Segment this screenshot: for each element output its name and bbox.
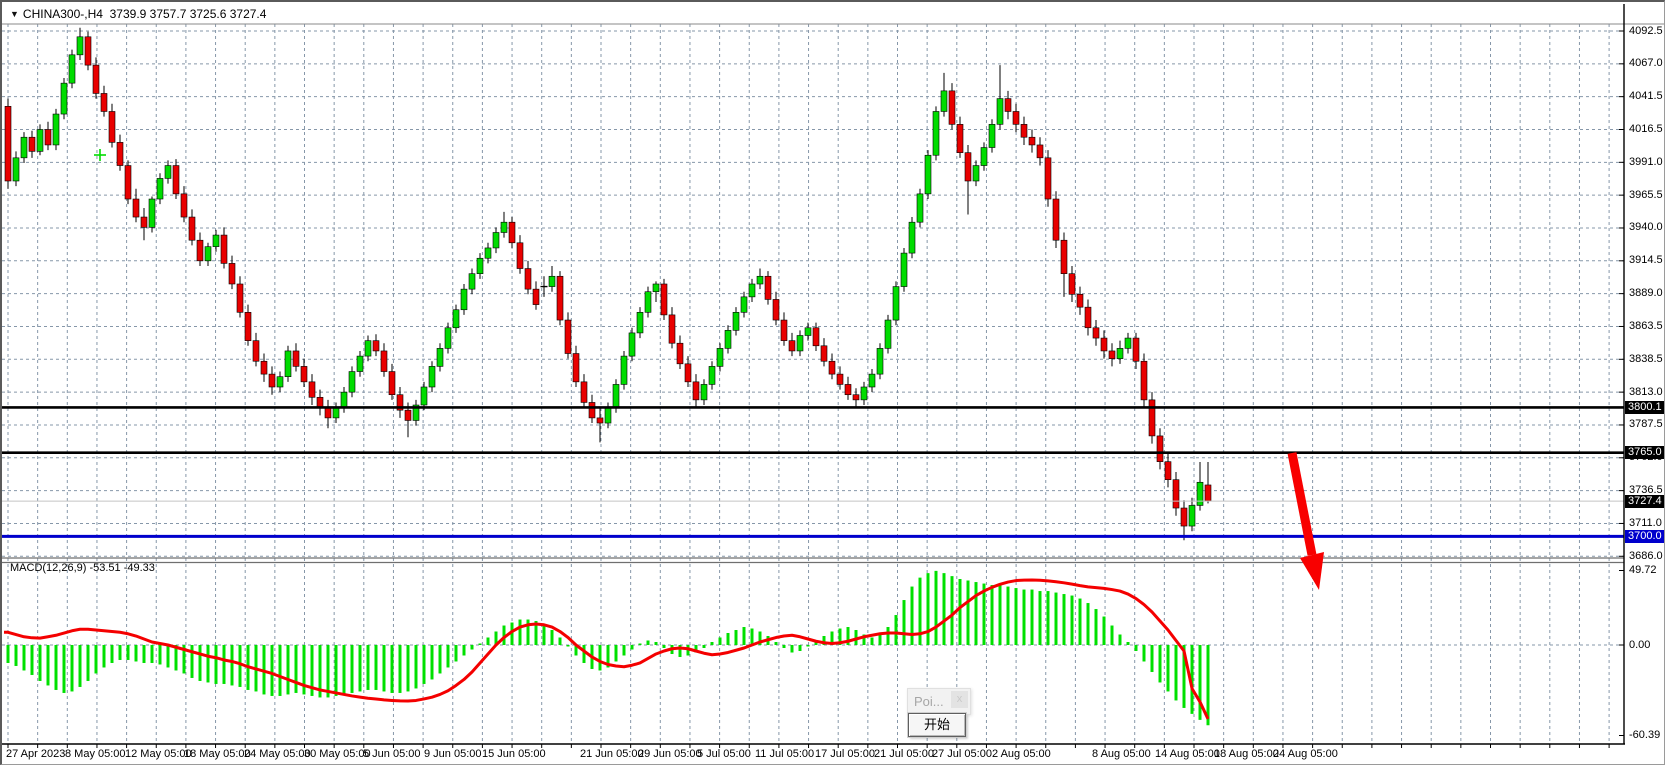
cross-marker [94,149,106,161]
macd-histogram [8,571,1208,725]
time-axis-label: 29 Jun 05:00 [638,748,702,761]
time-axis-label: 30 May 05:00 [304,748,371,761]
macd-indicator-label: MACD(12,26,9) -53.51 -49.33 [10,562,155,574]
time-axis-label: 27 Jul 05:00 [932,748,992,761]
time-axis-label: 21 Jun 05:00 [580,748,644,761]
time-axis-label: 15 Jun 05:00 [482,748,546,761]
panel-splitter[interactable] [2,557,1624,563]
price-axis-label: 3965.5 [1629,189,1663,202]
price-axis-label: 4041.5 [1629,90,1663,103]
macd-axis-label: 49.72 [1629,564,1657,577]
price-axis-label: 3711.0 [1629,517,1662,530]
gridlines [2,24,1624,744]
time-axis-label: 12 May 05:00 [125,748,192,761]
chart-title: ▼ CHINA300-,H4 3739.9 3757.7 3725.6 3727.… [10,7,266,21]
price-axis-label: 3889.0 [1629,287,1663,300]
time-axis-label: 11 Jul 05:00 [755,748,814,761]
price-axis-label: 3991.0 [1629,156,1663,169]
time-axis-label: 8 May 05:00 [65,748,126,761]
chart-window: ▼ CHINA300-,H4 3739.9 3757.7 3725.6 3727.… [0,0,1665,765]
price-badge: 3700.0 [1625,530,1665,543]
symbol-dropdown-icon[interactable]: ▼ [10,9,19,19]
symbol-label: CHINA300-,H4 [23,7,103,21]
time-axis-label: 18 Aug 05:00 [1214,748,1279,761]
price-axis-label: 4016.5 [1629,123,1663,136]
time-axis-label: 14 Aug 05:00 [1155,748,1220,761]
price-badge: 3727.4 [1625,495,1665,508]
price-axis-label: 3863.5 [1629,320,1663,333]
time-axis-label: 5 Jun 05:00 [363,748,421,761]
time-axis-label: 27 Apr 2023 [6,748,65,761]
time-axis-label: 8 Aug 05:00 [1092,748,1151,761]
price-axis-label: 3813.0 [1629,386,1663,399]
tooltip-text: Poi... [914,694,944,709]
start-button[interactable]: 开始 [908,713,966,737]
drawn-arrow-annotation[interactable] [1292,453,1324,590]
chart-canvas [2,2,1665,765]
price-axis-label: 3838.5 [1629,353,1663,366]
time-axis-label: 24 May 05:00 [244,748,311,761]
time-axis-label: 9 Jun 05:00 [424,748,482,761]
macd-axis-label: 0.00 [1629,639,1650,652]
price-axis-label: 3787.5 [1629,418,1663,431]
price-axis-label: 4067.0 [1629,57,1663,70]
time-axis-label: 2 Aug 05:00 [992,748,1051,761]
tooltip-popup: Poi... x [907,688,971,715]
price-axis-label: 4092.5 [1629,25,1663,38]
price-axis-label: 3686.0 [1629,550,1663,563]
macd-axis-label: -60.39 [1629,729,1660,742]
time-axis-label: 18 May 05:00 [184,748,251,761]
price-axis-label: 3914.5 [1629,254,1663,267]
time-axis-label: 5 Jul 05:00 [697,748,751,761]
macd-signal-line [4,580,1208,719]
time-axis-label: 17 Jul 05:00 [815,748,875,761]
time-axis-label: 24 Aug 05:00 [1273,748,1338,761]
price-badge: 3800.1 [1625,401,1665,414]
price-badge: 3765.0 [1625,446,1665,459]
price-axis-label: 3940.0 [1629,221,1663,234]
time-axis-label: 21 Jul 05:00 [874,748,934,761]
tooltip-close-icon[interactable]: x [951,691,968,708]
ohlc-values: 3739.9 3757.7 3725.6 3727.4 [110,7,267,21]
